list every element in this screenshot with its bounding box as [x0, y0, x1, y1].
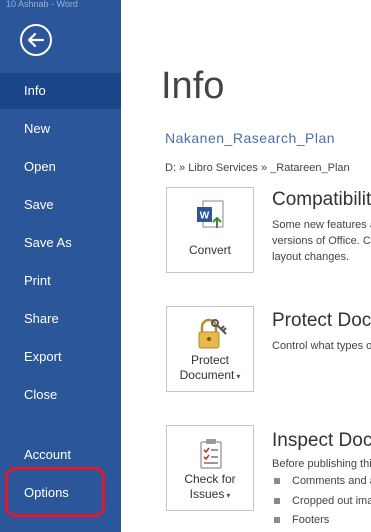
sidebar-item-label: Print [24, 273, 51, 288]
protect-document-label-line1: Protect [190, 353, 229, 367]
sidebar-item-options[interactable]: Options [0, 475, 121, 511]
document-path[interactable]: D: » Libro Services » _Ratareen_Plan [165, 162, 350, 174]
protect-document-desc: Control what types of changes [272, 340, 371, 352]
back-arrow-icon [27, 32, 45, 48]
sidebar-item-open[interactable]: Open [0, 149, 121, 185]
info-pane: Info Nakanen_Rasearch_Plan D: » Libro Se… [121, 0, 371, 532]
sidebar-item-label: Save As [24, 235, 72, 250]
bullet-icon [274, 498, 280, 505]
bullet-icon [274, 478, 280, 485]
sidebar-item-label: Info [24, 83, 46, 98]
protect-document-label-line2: Document ▾ [179, 368, 241, 382]
window-title-fragment: 10 Ashnab - Word [6, 0, 78, 8]
sidebar-item-save-as[interactable]: Save As [0, 225, 121, 261]
sidebar-item-save[interactable]: Save [0, 187, 121, 223]
sidebar-item-label: Share [24, 311, 59, 326]
sidebar-item-account[interactable]: Account [0, 437, 121, 473]
lock-key-icon [198, 318, 227, 349]
sidebar-item-new[interactable]: New [0, 111, 121, 147]
sidebar-item-label: Account [24, 447, 71, 462]
list-item: Footers [274, 514, 329, 526]
convert-button[interactable]: W Convert [166, 187, 254, 273]
back-button[interactable] [20, 24, 52, 56]
inspect-document-desc: Before publishing this file, be [272, 458, 371, 470]
sidebar-item-label: Save [24, 197, 54, 212]
sidebar-item-label: Open [24, 159, 56, 174]
sidebar-item-share[interactable]: Share [0, 301, 121, 337]
sidebar-item-label: Options [24, 485, 69, 500]
sidebar-item-label: Close [24, 387, 58, 402]
list-item: Cropped out image data [274, 495, 371, 507]
svg-text:W: W [200, 211, 210, 222]
check-for-issues-button[interactable]: Check for Issues ▾ [166, 425, 254, 511]
sidebar-item-export[interactable]: Export [0, 339, 121, 375]
dropdown-caret-icon: ▾ [226, 491, 231, 500]
sidebar-item-print[interactable]: Print [0, 263, 121, 299]
sidebar-item-close[interactable]: Close [0, 377, 121, 413]
document-name: Nakanen_Rasearch_Plan [165, 130, 336, 146]
word-convert-icon: W [197, 200, 224, 228]
protect-document-button[interactable]: Protect Document ▾ [166, 306, 254, 392]
backstage-sidebar: 10 Ashnab - Word Info New Open Save Save… [0, 0, 121, 532]
check-for-issues-label-line2: Issues ▾ [189, 487, 231, 501]
check-for-issues-label-line1: Check for [184, 472, 236, 486]
compatibility-desc-line1: Some new features are disabled [272, 219, 371, 231]
bullet-icon [274, 517, 280, 524]
checklist-icon [200, 439, 222, 469]
inspect-document-heading: Inspect Document [272, 430, 371, 451]
convert-label: Convert [188, 243, 232, 257]
sidebar-item-label: Export [24, 349, 62, 364]
compatibility-desc-line2: versions of Office. Converting [272, 235, 371, 247]
sidebar-item-label: New [24, 121, 51, 136]
protect-document-heading: Protect Document [272, 310, 371, 331]
list-item: Comments and annotations [274, 475, 371, 487]
page-title: Info [161, 65, 225, 107]
dropdown-caret-icon: ▾ [236, 372, 241, 381]
compatibility-desc-line3: layout changes. [272, 251, 350, 263]
sidebar-item-info[interactable]: Info [0, 73, 121, 109]
compatibility-heading: Compatibility Mode [272, 189, 371, 210]
